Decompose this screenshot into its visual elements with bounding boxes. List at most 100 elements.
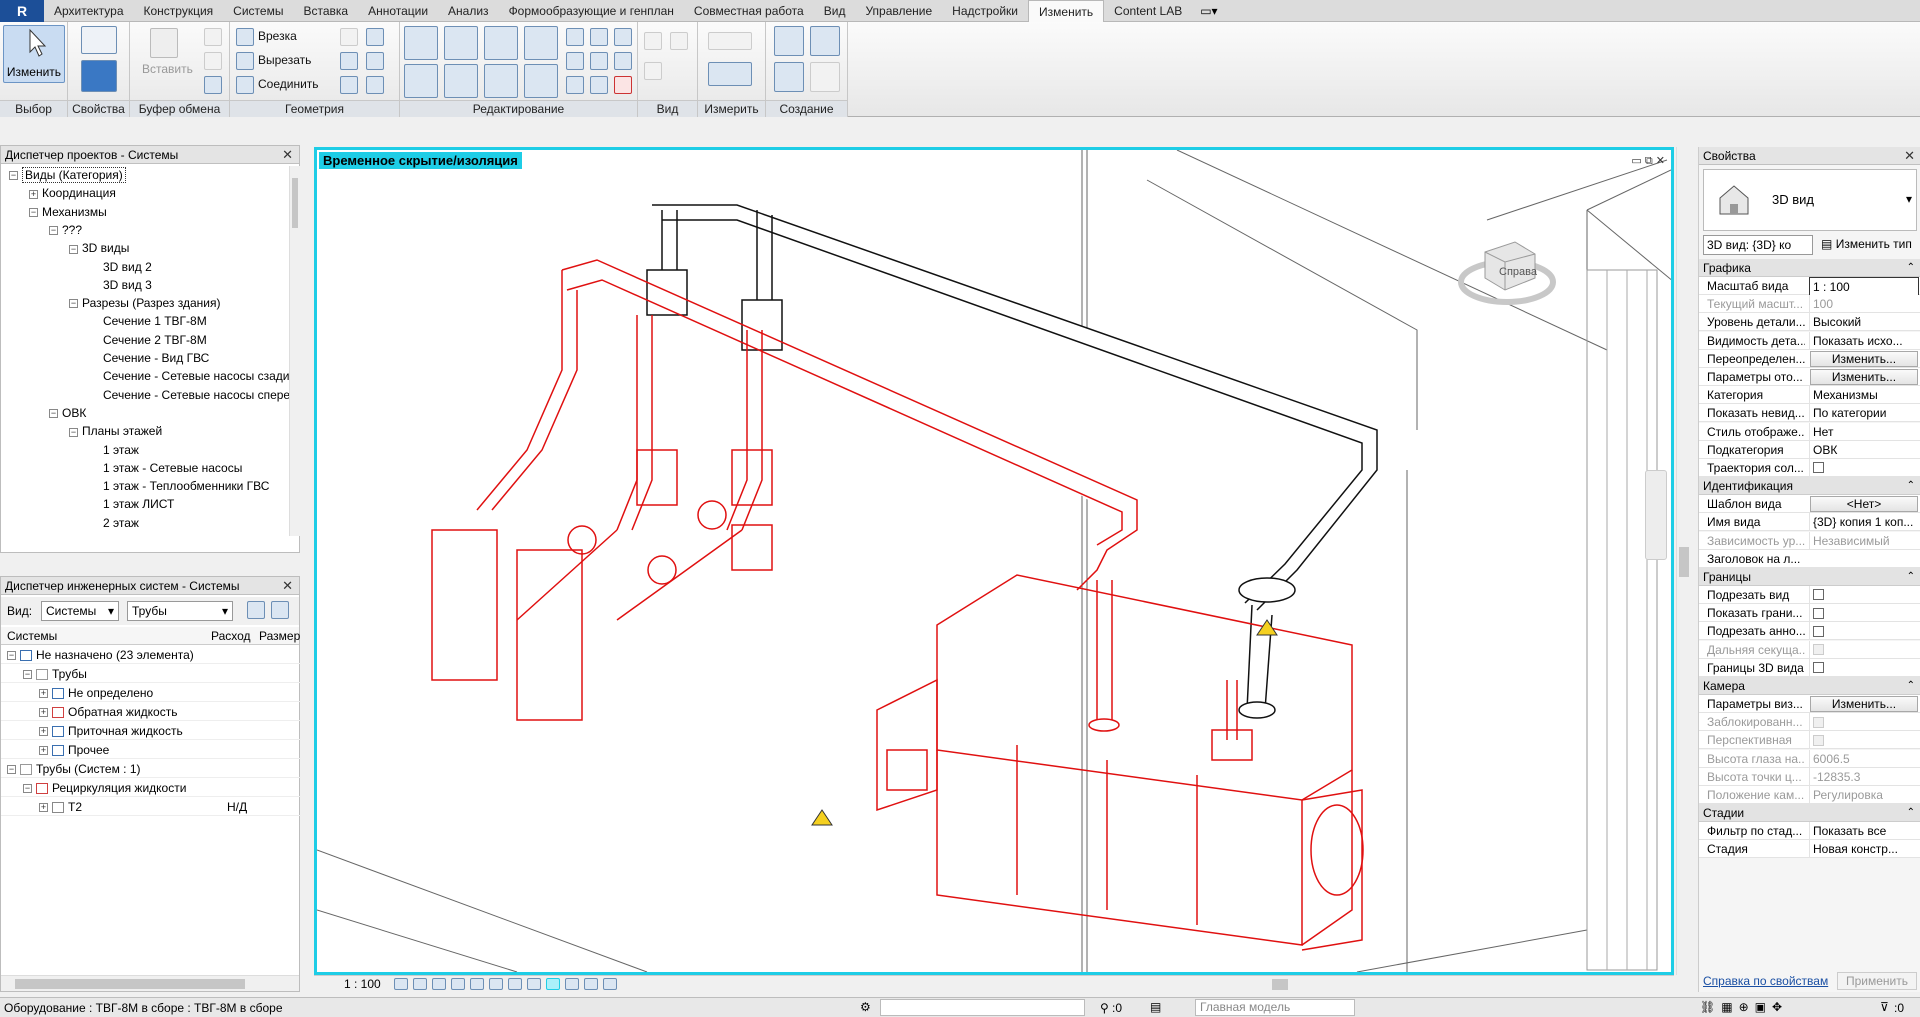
property-value[interactable]: Новая констр... [1809, 840, 1919, 859]
property-section-header[interactable]: Идентификация ⌃ [1699, 477, 1920, 496]
navigation-bar[interactable] [1645, 470, 1667, 560]
properties-help-link[interactable]: Справка по свойствам [1703, 974, 1828, 988]
copy-icon[interactable] [444, 64, 478, 98]
close-icon[interactable]: ✕ [282, 577, 293, 595]
system-tree-row[interactable]: + Приточная жидкость [1, 722, 301, 740]
edit-type-button[interactable]: ▤ Изменить тип [1817, 235, 1917, 255]
collapse-section-icon[interactable]: ⌃ [1907, 259, 1915, 277]
property-section-header[interactable]: Камера ⌃ [1699, 677, 1920, 695]
column-settings-icon[interactable] [271, 601, 289, 619]
unpin-icon[interactable] [614, 28, 632, 46]
property-value[interactable]: Показать все [1809, 822, 1919, 841]
system-tree-row[interactable]: + Прочее [1, 741, 301, 759]
menu-tab[interactable]: Системы [223, 0, 293, 22]
properties-palette-icon[interactable] [81, 60, 117, 92]
array-icon[interactable] [566, 52, 584, 70]
tree-item[interactable]: 1 этаж ЛИСТ [89, 495, 174, 513]
property-value[interactable]: По категории [1809, 404, 1919, 423]
analytical-model-icon[interactable] [584, 978, 598, 990]
view-scale[interactable]: 1 : 100 [344, 977, 381, 991]
tree-item[interactable]: Сечение 1 ТВГ-8М [89, 312, 207, 330]
create-parts-icon[interactable] [810, 26, 840, 56]
trim-single-icon[interactable] [566, 76, 584, 94]
mirror-axis-icon[interactable] [484, 26, 518, 60]
property-section-header[interactable]: Графика ⌃ [1699, 259, 1920, 277]
tree-item[interactable]: −??? [49, 221, 82, 239]
tree-item[interactable]: Сечение - Сетевые насосы сзади [89, 367, 289, 385]
workset-select[interactable] [880, 999, 1085, 1016]
property-value-input[interactable]: 1 : 100 [1809, 277, 1919, 297]
match-properties-icon[interactable] [204, 76, 222, 94]
sun-path-icon[interactable] [432, 978, 446, 990]
system-tree-row[interactable]: − Трубы [1, 665, 301, 683]
override-graphics-icon[interactable] [644, 32, 662, 50]
demolish-icon[interactable] [366, 76, 384, 94]
paint-icon[interactable] [340, 76, 358, 94]
select-underlay-icon[interactable]: ▦ [1721, 1000, 1732, 1016]
delete-icon[interactable] [614, 76, 632, 94]
select-by-face-icon[interactable]: ▣ [1755, 1000, 1766, 1016]
collapse-icon[interactable]: − [49, 226, 58, 236]
join-icon[interactable] [236, 76, 254, 94]
shadows-icon[interactable] [451, 978, 465, 990]
reveal-hidden-icon[interactable] [565, 978, 579, 990]
ribbon-minimize-icon[interactable]: ▭▾ [1192, 0, 1225, 22]
geometry-tool-3-icon[interactable] [340, 52, 358, 70]
modify-button[interactable]: Изменить [3, 25, 65, 83]
menu-tab[interactable]: Управление [855, 0, 942, 22]
system-browser-hscrollbar[interactable] [1, 975, 299, 991]
autofit-columns-icon[interactable] [247, 601, 265, 619]
system-tree-row[interactable]: − Рециркуляция жидкости [1, 779, 301, 797]
tree-item[interactable]: 2 этаж [89, 514, 139, 532]
offset-icon[interactable] [444, 26, 478, 60]
system-tree-row[interactable]: − Трубы (Систем : 1) [1, 760, 301, 778]
tree-item[interactable]: − ОВК [49, 404, 86, 422]
mirror-draw-icon[interactable] [524, 26, 558, 60]
collapse-icon[interactable]: − [23, 784, 32, 794]
column-systems[interactable]: Системы [7, 629, 57, 643]
collapse-icon[interactable]: − [7, 765, 16, 775]
tree-item[interactable]: − Виды (Категория) [9, 166, 126, 184]
filter-icon[interactable]: ⊽ [1880, 1000, 1889, 1014]
collapse-icon[interactable]: − [9, 171, 18, 181]
property-checkbox[interactable] [1813, 662, 1824, 674]
linework-icon[interactable] [670, 32, 688, 50]
property-edit-button[interactable]: Изменить... [1810, 696, 1918, 712]
tree-item[interactable]: − Механизмы [29, 203, 107, 221]
expand-icon[interactable]: + [39, 746, 48, 756]
detail-level-icon[interactable] [394, 978, 408, 990]
menu-tab[interactable]: Формообразующие и генплан [499, 0, 684, 22]
collapse-section-icon[interactable]: ⌃ [1907, 477, 1915, 495]
rendering-icon[interactable] [470, 978, 484, 990]
property-value[interactable]: ОВК [1809, 440, 1919, 459]
menu-tab[interactable]: Архитектура [44, 0, 134, 22]
tree-item[interactable]: + Координация [29, 184, 116, 202]
collapse-icon[interactable]: − [23, 670, 32, 680]
project-browser-scrollbar[interactable] [289, 166, 300, 536]
system-tree-row[interactable]: − Не назначено (23 элемента) [1, 646, 301, 664]
instance-filter-select[interactable]: 3D вид: {3D} ко [1703, 235, 1813, 255]
scroll-thumb[interactable] [292, 178, 298, 228]
type-select[interactable]: Трубы ▾ [127, 601, 233, 621]
scroll-thumb[interactable] [15, 979, 245, 989]
property-value[interactable]: Механизмы [1809, 386, 1919, 405]
collapse-icon[interactable]: − [49, 409, 58, 419]
property-section-header[interactable]: Границы ⌃ [1699, 568, 1920, 586]
tree-item[interactable]: 3D вид 3 [89, 276, 152, 294]
tree-item[interactable]: − Разрезы (Разрез здания) [69, 294, 221, 312]
menu-tab[interactable]: Изменить [1028, 0, 1105, 22]
close-icon[interactable]: ✕ [1904, 147, 1915, 165]
create-group-icon[interactable] [774, 62, 804, 92]
tree-item[interactable]: 1 этаж - Теплообменники ГВС [89, 477, 269, 495]
collapse-icon[interactable]: − [69, 427, 78, 437]
tree-item[interactable]: Сечение 2 ТВГ-8М [89, 331, 207, 349]
menu-tab[interactable]: Content LAB [1104, 0, 1192, 22]
column-size[interactable]: Размер [259, 629, 300, 643]
property-checkbox[interactable] [1813, 625, 1824, 637]
collapse-icon[interactable]: − [29, 207, 38, 217]
menu-tab[interactable]: Вид [814, 0, 856, 22]
collapse-section-icon[interactable]: ⌃ [1907, 677, 1915, 695]
viewport-hscrollbar[interactable] [652, 978, 1662, 991]
paste-icon[interactable] [150, 28, 178, 58]
split-icon[interactable] [566, 28, 584, 46]
